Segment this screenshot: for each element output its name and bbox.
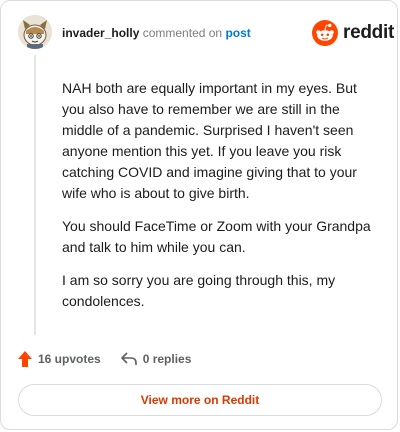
view-more-button[interactable]: View more on Reddit <box>18 384 382 416</box>
comment-paragraph: You should FaceTime or Zoom with your Gr… <box>62 218 371 255</box>
reply-count: 0 replies <box>142 352 192 366</box>
reddit-snoo-icon <box>312 20 338 46</box>
comment-header: invader_holly commented on post <box>62 26 251 40</box>
upvote-arrow-icon <box>18 351 32 367</box>
comment-actions: 16 upvotes 0 replies <box>18 349 191 369</box>
comment-paragraph: NAH both are equally important in my eye… <box>62 80 357 201</box>
reply-arrow-icon <box>120 352 137 365</box>
reddit-logo[interactable]: reddit <box>312 20 394 46</box>
replies-button[interactable]: 0 replies <box>120 352 192 366</box>
user-avatar[interactable] <box>18 15 52 49</box>
upvote-count: 16 upvotes <box>38 352 101 366</box>
author-username[interactable]: invader_holly <box>62 26 139 40</box>
avatar-illustration <box>18 15 52 49</box>
reddit-wordmark: reddit <box>343 22 394 43</box>
upvote-button[interactable]: 16 upvotes <box>18 351 101 367</box>
embedded-comment-card: invader_holly commented on post reddit N… <box>0 0 398 430</box>
comment-body: NAH both are equally important in my eye… <box>62 78 378 324</box>
comment-paragraph: I am so sorry you are going through this… <box>62 272 336 309</box>
thread-line <box>34 55 36 335</box>
commented-on-text: commented on <box>142 26 223 40</box>
post-link[interactable]: post <box>225 26 250 40</box>
